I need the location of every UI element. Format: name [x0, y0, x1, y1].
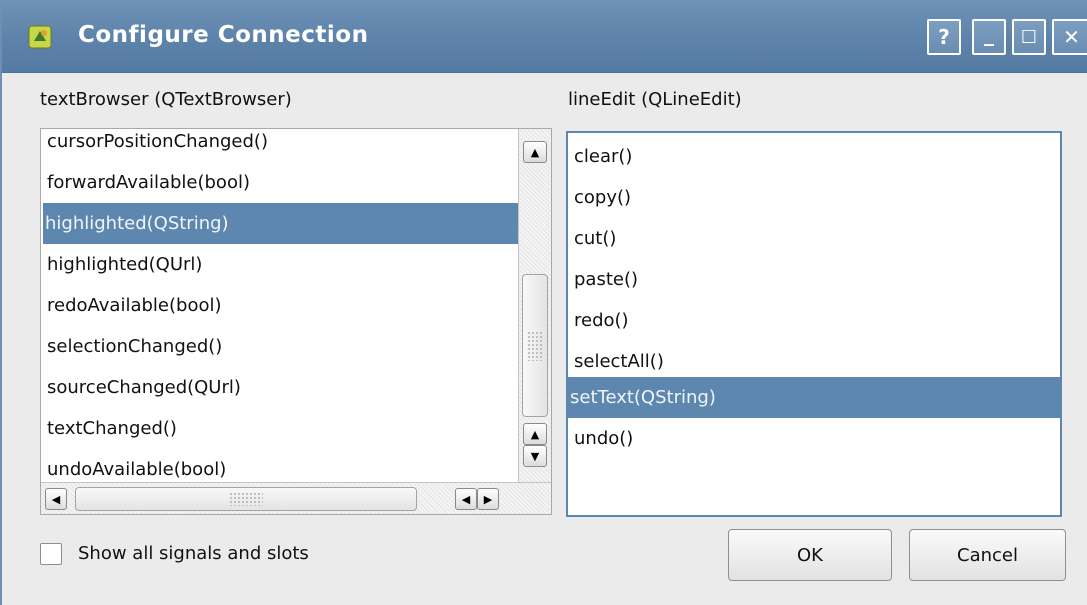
ok-button[interactable]: OK: [728, 529, 892, 581]
list-item[interactable]: textChanged(): [45, 408, 551, 449]
window-title: Configure Connection: [78, 22, 369, 48]
list-item[interactable]: redo(): [572, 300, 1060, 341]
scroll-left-button-right[interactable]: ◀: [455, 488, 477, 510]
signals-list[interactable]: cursorPositionChanged() forwardAvailable…: [40, 128, 552, 515]
maximize-button[interactable]: ☐: [1012, 19, 1046, 55]
arrow-left-icon: ◀: [461, 492, 471, 506]
grip-icon: [229, 492, 263, 506]
list-item[interactable]: forwardAvailable(bool): [45, 162, 551, 203]
minimize-icon: _: [984, 22, 994, 46]
horizontal-scrollbar[interactable]: ◀ ◀ ▶: [41, 482, 551, 514]
arrow-up-icon: ▲: [530, 145, 540, 159]
title-bar[interactable]: Configure Connection ? _ ☐ ✕: [2, 0, 1087, 73]
scroll-up-button-bottom[interactable]: ▲: [523, 423, 547, 445]
grip-icon: [527, 330, 543, 361]
close-icon: ✕: [1063, 25, 1080, 49]
minimize-button[interactable]: _: [972, 19, 1006, 55]
slots-list[interactable]: clear() copy() cut() paste() redo() sele…: [566, 131, 1062, 517]
close-button[interactable]: ✕: [1052, 19, 1087, 55]
show-all-label[interactable]: Show all signals and slots: [78, 543, 309, 564]
list-item[interactable]: undo(): [572, 418, 1060, 459]
horizontal-scroll-thumb[interactable]: [75, 487, 417, 511]
list-item[interactable]: paste(): [572, 259, 1060, 300]
list-item[interactable]: clear(): [572, 136, 1060, 177]
right-panel-label: lineEdit (QLineEdit): [568, 89, 742, 110]
list-item[interactable]: selectAll(): [572, 341, 1060, 382]
show-all-checkbox[interactable]: [40, 543, 62, 565]
list-item[interactable]: copy(): [572, 177, 1060, 218]
scroll-down-button[interactable]: ▼: [523, 445, 547, 467]
list-item-selected[interactable]: setText(QString): [568, 377, 1060, 418]
scroll-up-button[interactable]: ▲: [523, 141, 547, 163]
vertical-scroll-thumb[interactable]: [522, 274, 548, 417]
arrow-up-icon: ▲: [530, 427, 540, 441]
left-panel-label: textBrowser (QTextBrowser): [40, 89, 292, 110]
help-icon: ?: [938, 25, 950, 49]
list-item[interactable]: sourceChanged(QUrl): [45, 367, 551, 408]
list-item[interactable]: highlighted(QUrl): [45, 244, 551, 285]
scroll-right-button[interactable]: ▶: [477, 488, 499, 510]
list-item[interactable]: redoAvailable(bool): [45, 285, 551, 326]
list-item[interactable]: cut(): [572, 218, 1060, 259]
vertical-scrollbar[interactable]: ▲ ▲ ▼: [518, 129, 551, 482]
list-item[interactable]: cursorPositionChanged(): [45, 129, 551, 162]
help-button[interactable]: ?: [927, 19, 961, 55]
list-item-selected[interactable]: highlighted(QString): [43, 203, 518, 244]
list-item[interactable]: selectionChanged(): [45, 326, 551, 367]
configure-connection-dialog: Configure Connection ? _ ☐ ✕ textBrowser…: [0, 0, 1087, 605]
maximize-icon: ☐: [1020, 26, 1038, 48]
app-icon: [28, 25, 52, 49]
arrow-right-icon: ▶: [483, 492, 493, 506]
arrow-down-icon: ▼: [530, 449, 540, 463]
scroll-left-button[interactable]: ◀: [45, 488, 67, 510]
arrow-left-icon: ◀: [51, 492, 61, 506]
cancel-button[interactable]: Cancel: [909, 529, 1066, 581]
